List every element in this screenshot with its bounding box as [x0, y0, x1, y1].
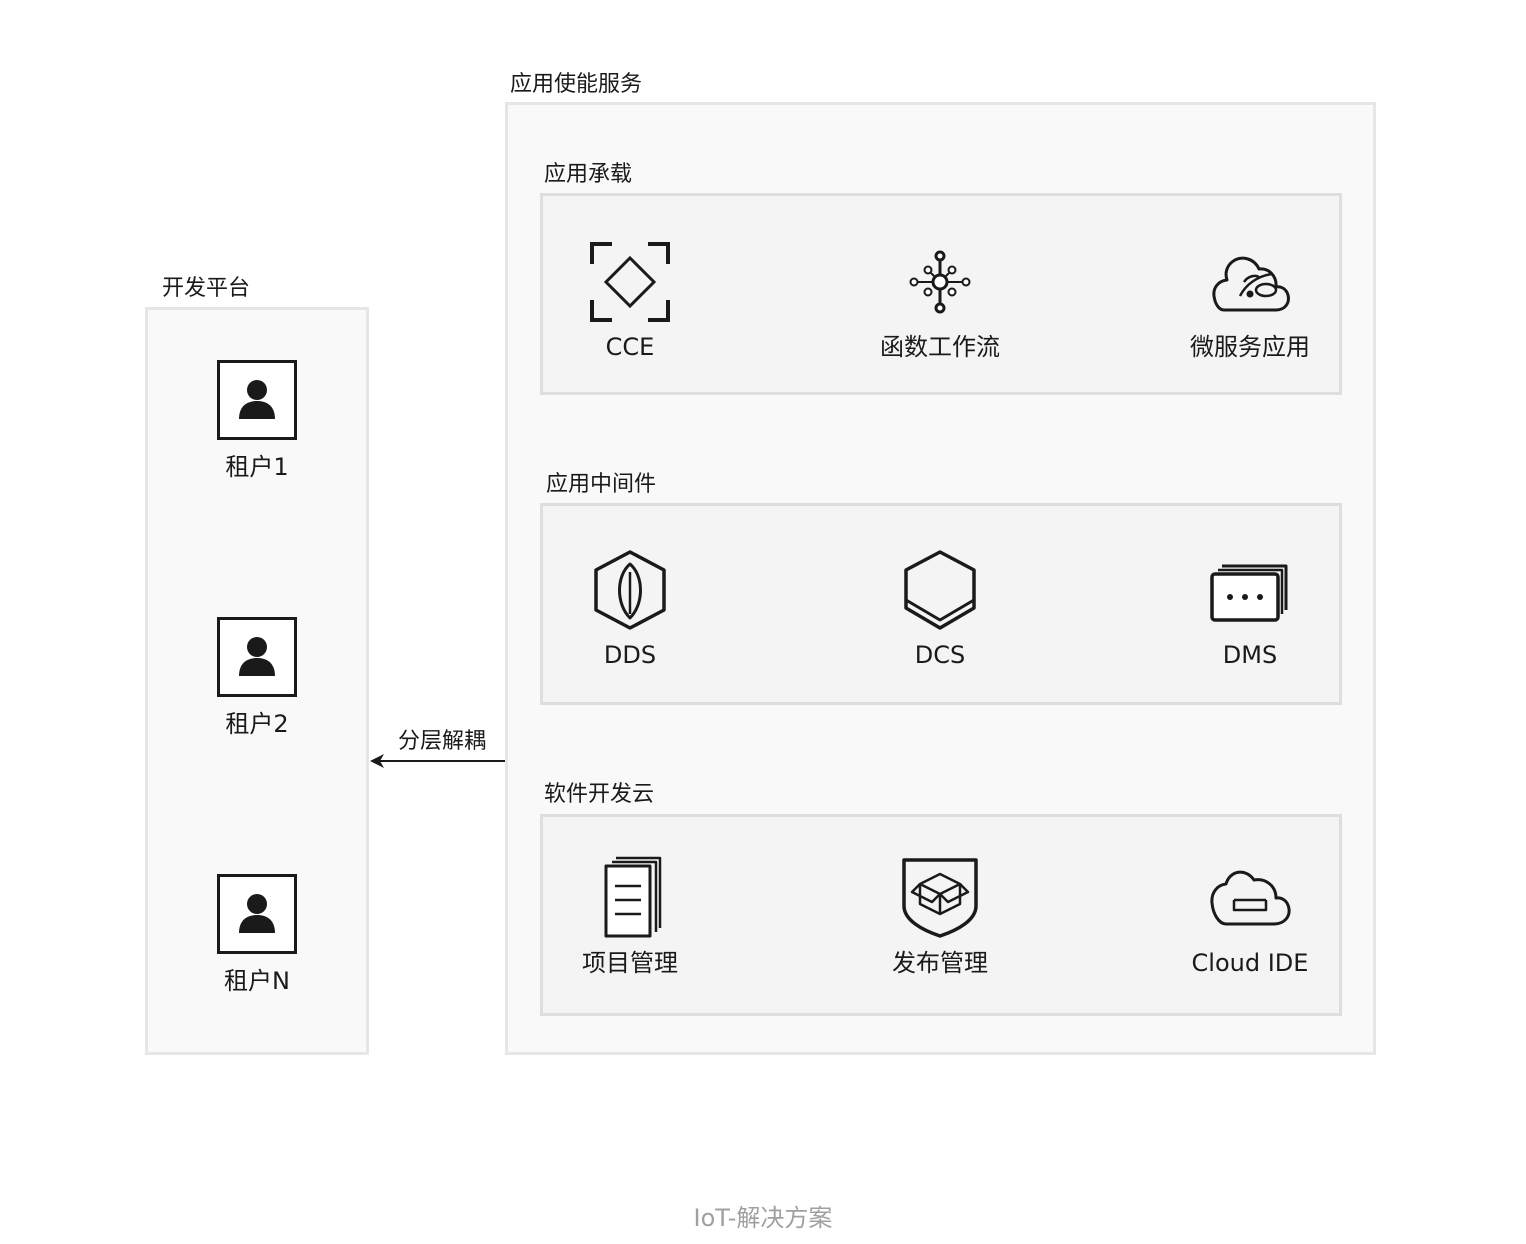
service-function-workflow[interactable]: 函数工作流	[830, 240, 1050, 362]
tenant-label: 租户1	[225, 453, 289, 481]
dev-platform-title: 开发平台	[162, 276, 251, 301]
service-label: 函数工作流	[880, 333, 1000, 361]
app-enablement-title: 应用使能服务	[510, 72, 643, 97]
service-label: DMS	[1222, 641, 1278, 669]
service-release-management[interactable]: 发布管理	[830, 856, 1050, 978]
service-label: 发布管理	[892, 949, 988, 977]
user-icon	[217, 617, 297, 697]
tenant-label: 租户N	[224, 967, 290, 995]
dms-message-icon	[1210, 564, 1288, 622]
release-package-icon	[902, 858, 978, 938]
service-label: DCS	[914, 641, 966, 669]
service-cce[interactable]: CCE	[520, 240, 740, 362]
dcs-hexagon-icon	[904, 550, 976, 630]
service-project-management[interactable]: 项目管理	[520, 856, 740, 978]
service-dds[interactable]: DDS	[520, 548, 740, 670]
dds-leaf-hexagon-icon	[594, 550, 666, 630]
group-title-hosting: 应用承载	[544, 162, 633, 187]
service-label: Cloud IDE	[1191, 949, 1309, 977]
tenant-2[interactable]: 租户2	[177, 617, 337, 739]
service-label: 项目管理	[582, 949, 678, 977]
tenant-label: 租户2	[225, 710, 289, 738]
group-title-devcloud: 软件开发云	[544, 782, 655, 807]
service-label: 微服务应用	[1190, 333, 1310, 361]
cce-icon	[590, 242, 670, 322]
cloud-ide-icon	[1210, 870, 1291, 926]
service-label: DDS	[603, 641, 657, 669]
service-dms[interactable]: DMS	[1140, 548, 1360, 670]
figure-caption: IoT-解决方案	[693, 1204, 833, 1232]
microservice-cloud-icon	[1212, 256, 1290, 312]
service-label: CCE	[605, 333, 655, 361]
service-cloud-ide[interactable]: Cloud IDE	[1140, 856, 1360, 978]
user-icon	[217, 360, 297, 440]
project-document-icon	[604, 856, 662, 938]
service-dcs[interactable]: DCS	[830, 548, 1050, 670]
user-icon	[217, 874, 297, 954]
group-title-middleware: 应用中间件	[546, 472, 657, 497]
function-workflow-icon	[909, 250, 971, 314]
tenant-n[interactable]: 租户N	[177, 874, 337, 996]
service-microservice[interactable]: 微服务应用	[1140, 240, 1360, 362]
tenant-1[interactable]: 租户1	[177, 360, 337, 482]
decoupling-arrow	[370, 754, 506, 768]
